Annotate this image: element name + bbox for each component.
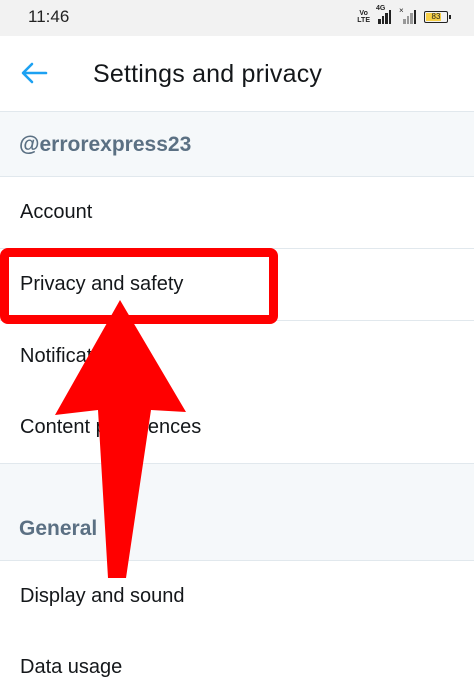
signal-4g-icon: 4G xyxy=(376,5,391,24)
menu-item-label: Notifications xyxy=(20,345,129,367)
network-type-label: 4G xyxy=(376,5,386,12)
battery-level: 83 xyxy=(431,12,441,21)
page-title: Settings and privacy xyxy=(93,60,323,88)
menu-item-privacy-and-safety[interactable]: Privacy and safety xyxy=(0,249,474,321)
status-bar: 11:46 Vo LTE 4G × 83 xyxy=(0,0,474,36)
menu-item-notifications[interactable]: Notifications xyxy=(0,321,474,393)
volte-icon: Vo LTE xyxy=(357,10,370,24)
app-bar: Settings and privacy xyxy=(0,36,474,112)
general-section-header: General xyxy=(0,464,474,561)
general-section-title: General xyxy=(19,517,98,540)
status-icons: Vo LTE 4G × 83 xyxy=(357,5,451,26)
menu-item-label: Data usage xyxy=(20,656,123,678)
menu-item-display-and-sound[interactable]: Display and sound xyxy=(0,561,474,633)
screen: 11:46 Vo LTE 4G × 83 Settings and privac… xyxy=(0,0,474,689)
signal-no-service-icon: × xyxy=(399,6,416,24)
account-section-header: @errorexpress23 xyxy=(0,112,474,177)
menu-item-account[interactable]: Account xyxy=(0,177,474,249)
arrow-left-icon[interactable] xyxy=(20,61,48,85)
menu-item-content-preferences[interactable]: Content preferences xyxy=(0,392,474,464)
menu-item-data-usage[interactable]: Data usage xyxy=(0,632,474,689)
menu-item-label: Content preferences xyxy=(20,416,202,438)
menu-item-label: Privacy and safety xyxy=(20,273,184,295)
account-handle: @errorexpress23 xyxy=(19,133,192,156)
battery-icon: 83 xyxy=(424,11,451,23)
menu-item-label: Account xyxy=(20,201,93,223)
menu-item-label: Display and sound xyxy=(20,585,185,607)
status-time: 11:46 xyxy=(28,7,70,26)
